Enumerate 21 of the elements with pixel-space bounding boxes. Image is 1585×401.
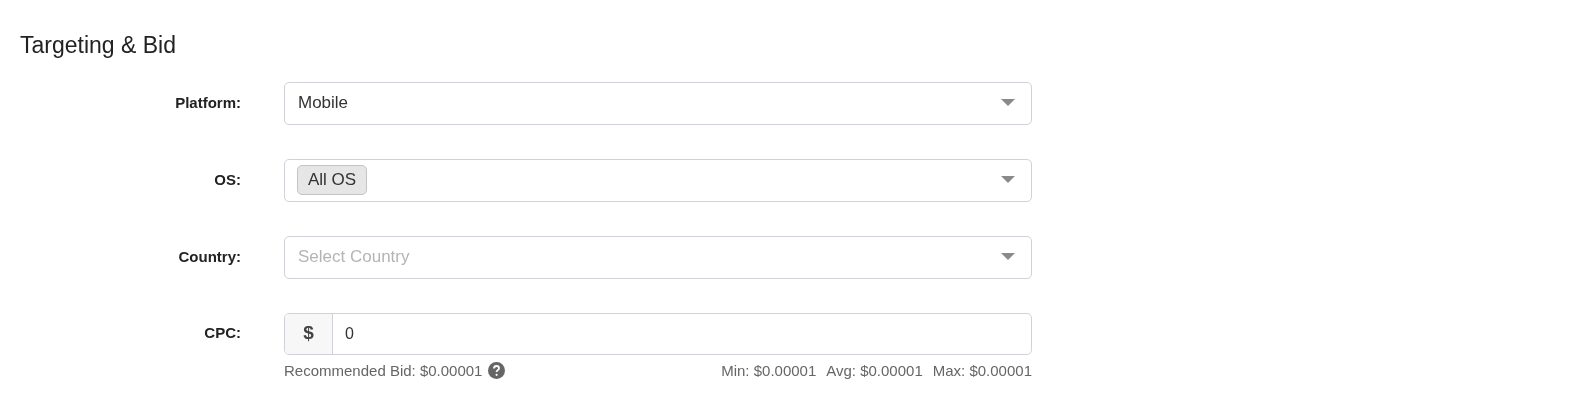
- field-label: CPC:: [204, 323, 241, 344]
- select-placeholder: Select Country: [298, 246, 410, 269]
- field-label: OS:: [214, 169, 241, 190]
- price-value: 0: [344, 323, 354, 344]
- caret-icon: [1001, 253, 1015, 261]
- tag-chip[interactable]: All OS: [297, 165, 368, 195]
- bid-stat: Min: $0.00001: [721, 360, 817, 381]
- caret-icon: [1001, 176, 1015, 184]
- section-title: Targeting & Bid: [20, 31, 177, 60]
- field-label: Platform:: [175, 92, 241, 113]
- currency-addon: $: [285, 313, 333, 354]
- help-icon[interactable]: [488, 362, 506, 380]
- caret-icon: [1001, 99, 1015, 107]
- recommended-bid: Recommended Bid: $0.00001: [284, 360, 483, 381]
- price-field[interactable]: $ 0: [284, 312, 1032, 355]
- bid-stat: Max: $0.00001: [932, 360, 1032, 381]
- field-label: Country:: [178, 246, 241, 267]
- multi-select-field[interactable]: All OS: [284, 158, 1032, 202]
- select-field[interactable]: Mobile: [284, 81, 1032, 125]
- bid-stat: Avg: $0.00001: [826, 360, 923, 381]
- select-value: Mobile: [298, 92, 349, 115]
